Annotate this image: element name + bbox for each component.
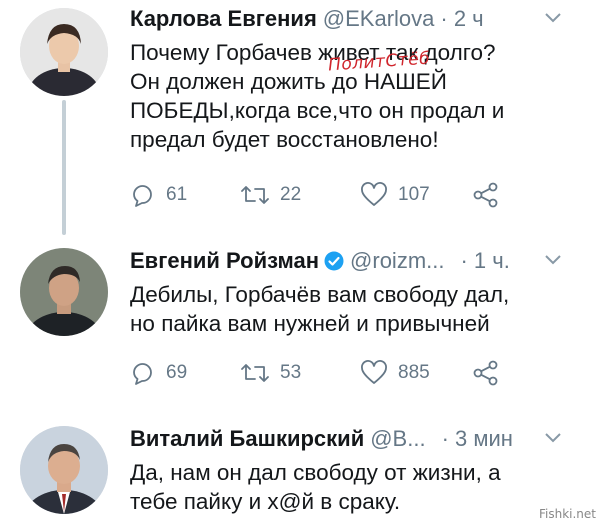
chevron-down-icon[interactable] — [544, 432, 562, 444]
reply-count: 61 — [166, 184, 188, 205]
verified-badge-icon — [324, 251, 344, 271]
avatar-bashkirsky[interactable] — [20, 426, 108, 514]
retweet-button[interactable]: 22 — [240, 183, 360, 207]
avatar-image — [20, 248, 108, 336]
tweet-header: Евгений Ройзман @roizm... · 1 ч. — [130, 246, 580, 276]
reply-button[interactable]: 69 — [130, 360, 240, 386]
tweet-1[interactable]: Карлова Евгения @EKarlova · 2 ч Почему Г… — [0, 0, 600, 235]
retweet-icon — [241, 364, 269, 382]
retweet-button[interactable]: 53 — [240, 361, 360, 385]
like-count: 107 — [398, 184, 430, 205]
tweet-text: Дебилы, Горбачёв вам свободу дал, но пай… — [130, 280, 580, 338]
avatar-roizman[interactable] — [20, 248, 108, 336]
heart-icon — [361, 360, 387, 384]
timestamp[interactable]: · 1 ч. — [460, 248, 509, 274]
share-icon — [473, 360, 498, 386]
avatar-karlova[interactable] — [20, 8, 108, 96]
thread-line — [62, 100, 66, 235]
tweet-text-line: тебе пайку и х@й в сраку. — [130, 489, 401, 514]
timestamp[interactable]: · 2 ч — [440, 6, 483, 32]
action-bar: 61 22 107 — [130, 182, 500, 208]
retweet-count: 53 — [280, 362, 302, 383]
author-name[interactable]: Виталий Башкирский — [130, 426, 364, 452]
reply-icon — [133, 185, 152, 207]
author-handle[interactable]: @EKarlova — [323, 6, 435, 32]
tweet-text-line: ПОБЕДЫ,когда все,что он продал и — [130, 98, 505, 123]
tweet-2[interactable]: Евгений Ройзман @roizm... · 1 ч. Дебилы,… — [0, 236, 600, 414]
tweet-text-line: но пайка вам нужней и привычней — [130, 311, 490, 336]
chevron-down-icon[interactable] — [544, 254, 562, 266]
tweet-text-line: Да, нам он дал свободу от жизни, а — [130, 460, 501, 485]
tweet-header: Виталий Башкирский @В... · 3 мин — [130, 424, 580, 454]
author-name[interactable]: Евгений Ройзман — [130, 248, 319, 274]
share-button[interactable] — [472, 360, 500, 386]
tweet-text-line: предал будет восстановлено! — [130, 127, 439, 152]
reply-button[interactable]: 61 — [130, 182, 240, 208]
chevron-down-icon[interactable] — [544, 12, 562, 24]
share-icon — [473, 182, 498, 208]
reply-icon — [133, 363, 152, 385]
reply-count: 69 — [166, 362, 188, 383]
heart-icon — [361, 182, 387, 206]
avatar-image — [20, 8, 108, 96]
tweet-text: Да, нам он дал свободу от жизни, а тебе … — [130, 458, 580, 516]
site-watermark: Fishki.net — [538, 507, 596, 521]
author-name[interactable]: Карлова Евгения — [130, 6, 317, 32]
retweet-count: 22 — [280, 184, 302, 205]
tweet-text-line: Дебилы, Горбачёв вам свободу дал, — [130, 282, 510, 307]
retweet-icon — [241, 186, 269, 204]
timestamp[interactable]: · 3 мин — [442, 426, 513, 452]
author-handle[interactable]: @roizm... — [350, 248, 444, 274]
like-button[interactable]: 107 — [360, 182, 472, 208]
like-count: 885 — [398, 362, 430, 383]
share-button[interactable] — [472, 182, 500, 208]
tweet-header: Карлова Евгения @EKarlova · 2 ч — [130, 4, 580, 34]
author-handle[interactable]: @В... — [370, 426, 425, 452]
like-button[interactable]: 885 — [360, 360, 472, 386]
tweet-3[interactable]: Виталий Башкирский @В... · 3 мин Да, нам… — [0, 414, 600, 527]
avatar-image — [20, 426, 108, 514]
action-bar: 69 53 885 — [130, 360, 500, 386]
